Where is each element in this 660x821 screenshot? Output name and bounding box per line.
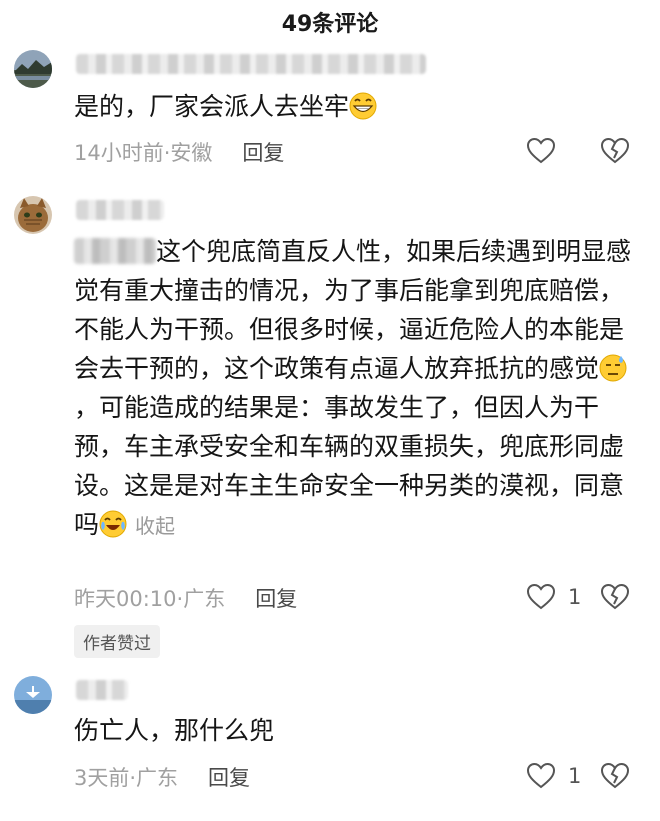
broken-heart-icon[interactable] bbox=[600, 136, 630, 166]
heart-outline-icon bbox=[526, 137, 556, 164]
sweat-emoji bbox=[599, 354, 627, 382]
avatar[interactable] bbox=[14, 676, 52, 714]
time-location: 昨天00:10·广东 bbox=[74, 587, 226, 611]
like-count: 1 bbox=[568, 585, 582, 609]
avatar[interactable] bbox=[14, 50, 52, 88]
comment-meta: 14小时前·安徽 回复 bbox=[74, 137, 284, 167]
heart-outline-icon bbox=[526, 583, 556, 610]
reply-button[interactable]: 回复 bbox=[242, 141, 284, 165]
broken-heart-icon[interactable] bbox=[600, 582, 630, 612]
reply-button[interactable]: 回复 bbox=[255, 587, 297, 611]
broken-heart-icon[interactable] bbox=[600, 761, 630, 791]
crying-laughing-emoji bbox=[99, 510, 127, 538]
username-blurred[interactable] bbox=[76, 680, 128, 700]
collapse-link[interactable]: 收起 bbox=[135, 514, 175, 538]
reply-button[interactable]: 回复 bbox=[208, 766, 250, 790]
comment-text: 这个兜底简直反人性，如果后续遇到明显感觉有重大撞击的情况，为了事后能拿到兜底赔偿… bbox=[74, 237, 632, 539]
comment-text: 伤亡人，那什么兜 bbox=[74, 716, 275, 745]
like-button[interactable]: 1 bbox=[526, 582, 581, 612]
like-button[interactable] bbox=[526, 136, 556, 166]
comment-meta: 昨天00:10·广东 回复 bbox=[74, 583, 297, 613]
username-blurred[interactable] bbox=[76, 54, 426, 74]
like-count: 1 bbox=[568, 764, 582, 788]
comment-text: 是的，厂家会派人去坐牢 bbox=[74, 87, 634, 126]
time-location: 14小时前·安徽 bbox=[74, 141, 213, 165]
time-location: 3天前·广东 bbox=[74, 766, 179, 790]
blurred-mention bbox=[74, 238, 156, 264]
page-title: 49条评论 bbox=[281, 12, 379, 37]
comment-meta: 3天前·广东 回复 bbox=[74, 762, 250, 792]
heart-outline-icon bbox=[526, 762, 556, 789]
avatar[interactable] bbox=[14, 196, 52, 234]
like-button[interactable]: 1 bbox=[526, 761, 581, 791]
author-liked-badge: 作者赞过 bbox=[74, 625, 160, 658]
username-blurred[interactable] bbox=[76, 200, 164, 220]
grinning-emoji bbox=[349, 92, 377, 120]
